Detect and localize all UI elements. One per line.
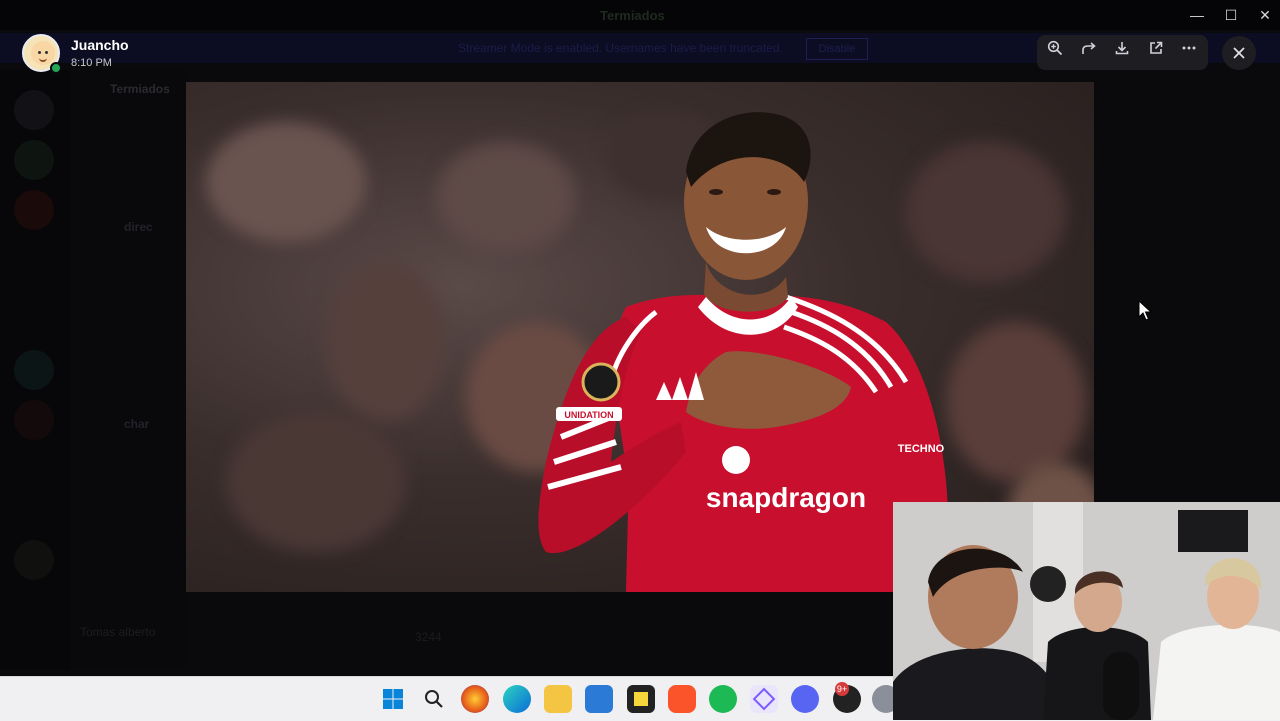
server-name[interactable]: Termiados: [110, 82, 170, 96]
webcam-feed: [893, 502, 1280, 720]
firefox-icon[interactable]: [461, 685, 489, 713]
spotify-icon[interactable]: [709, 685, 737, 713]
streamer-mode-disable-button[interactable]: Disable: [806, 38, 868, 60]
edge-icon[interactable]: [503, 685, 531, 713]
voice-count: 3244: [415, 630, 442, 644]
server-icon[interactable]: [14, 540, 54, 580]
download-icon[interactable]: [1107, 37, 1137, 67]
channel-list: Termiados direc char Tomas alberto 3244: [70, 70, 442, 670]
maximize-button[interactable]: ☐: [1214, 4, 1248, 26]
media-toolbar: [1037, 35, 1208, 70]
app-icon[interactable]: [750, 685, 778, 713]
server-icon[interactable]: [14, 400, 54, 440]
forward-icon[interactable]: [1074, 37, 1104, 67]
current-user-name: Tomas alberto: [80, 625, 156, 639]
discord-notification-badge: 9+: [835, 682, 849, 696]
uploader-name[interactable]: Juancho: [71, 37, 129, 53]
brave-icon[interactable]: [668, 685, 696, 713]
channel-item[interactable]: direc: [124, 220, 153, 234]
open-external-icon[interactable]: [1141, 37, 1171, 67]
file-explorer-icon[interactable]: [544, 685, 572, 713]
streamer-mode-text: Streamer Mode is enabled. Usernames have…: [458, 41, 783, 55]
mouse-cursor-icon: [1138, 300, 1153, 321]
upload-time: 8:10 PM: [71, 57, 112, 69]
close-icon[interactable]: [1222, 36, 1256, 70]
server-icon[interactable]: [14, 350, 54, 390]
sleeve-sponsor-text: TECHNO: [898, 443, 945, 455]
discord-icon[interactable]: [791, 685, 819, 713]
server-sidebar: [0, 70, 70, 670]
avatar[interactable]: [22, 34, 62, 74]
notes-icon[interactable]: [627, 685, 655, 713]
sleeve-badge-text: UNIDATION: [564, 410, 613, 420]
server-icon[interactable]: [14, 90, 54, 130]
server-icon[interactable]: [14, 190, 54, 230]
online-status-dot: [50, 62, 62, 74]
search-icon[interactable]: [420, 685, 448, 713]
avatar-face: [31, 41, 55, 65]
windows-start-icon[interactable]: [379, 685, 407, 713]
webcam-overlay: [893, 502, 1280, 720]
window-close-button[interactable]: ✕: [1248, 4, 1280, 26]
sponsor-text: snapdragon: [706, 482, 866, 513]
server-icon[interactable]: [14, 140, 54, 180]
zoom-in-icon[interactable]: [1040, 37, 1070, 67]
minimize-button[interactable]: —: [1180, 4, 1214, 26]
window-titlebar: Termiados — ☐ ✕: [0, 0, 1280, 30]
more-icon[interactable]: [1174, 37, 1204, 67]
microsoft-store-icon[interactable]: [585, 685, 613, 713]
channel-item[interactable]: char: [124, 417, 149, 431]
window-title: Termiados: [600, 8, 665, 23]
